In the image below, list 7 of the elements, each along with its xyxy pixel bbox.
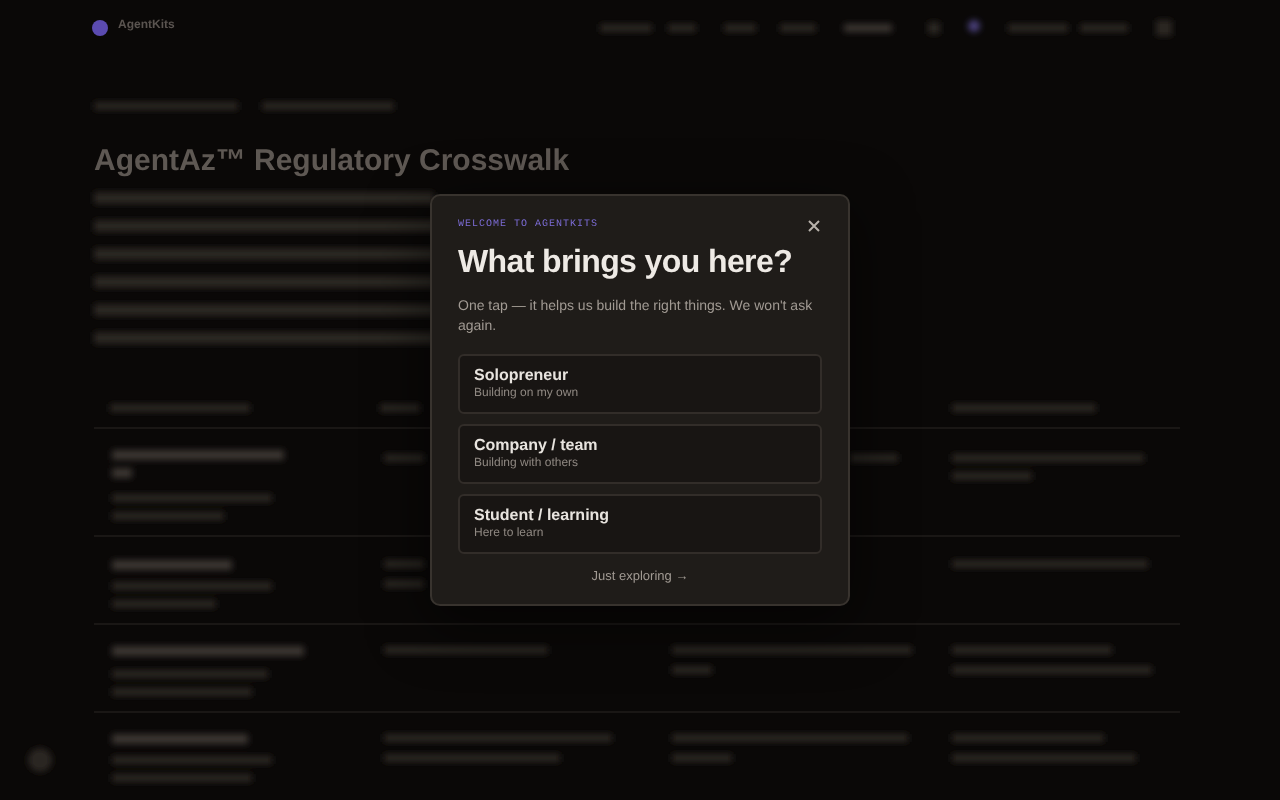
dialog-title: What brings you here? [458, 243, 795, 283]
logo-icon [92, 19, 108, 35]
option-title: Solopreneur [474, 365, 569, 385]
option-title: Student / learning [474, 505, 610, 525]
close-icon[interactable] [808, 219, 820, 232]
page-title: AgentAz™ Regulatory Crosswalk [94, 142, 570, 182]
option-title: Company / team [474, 435, 598, 455]
